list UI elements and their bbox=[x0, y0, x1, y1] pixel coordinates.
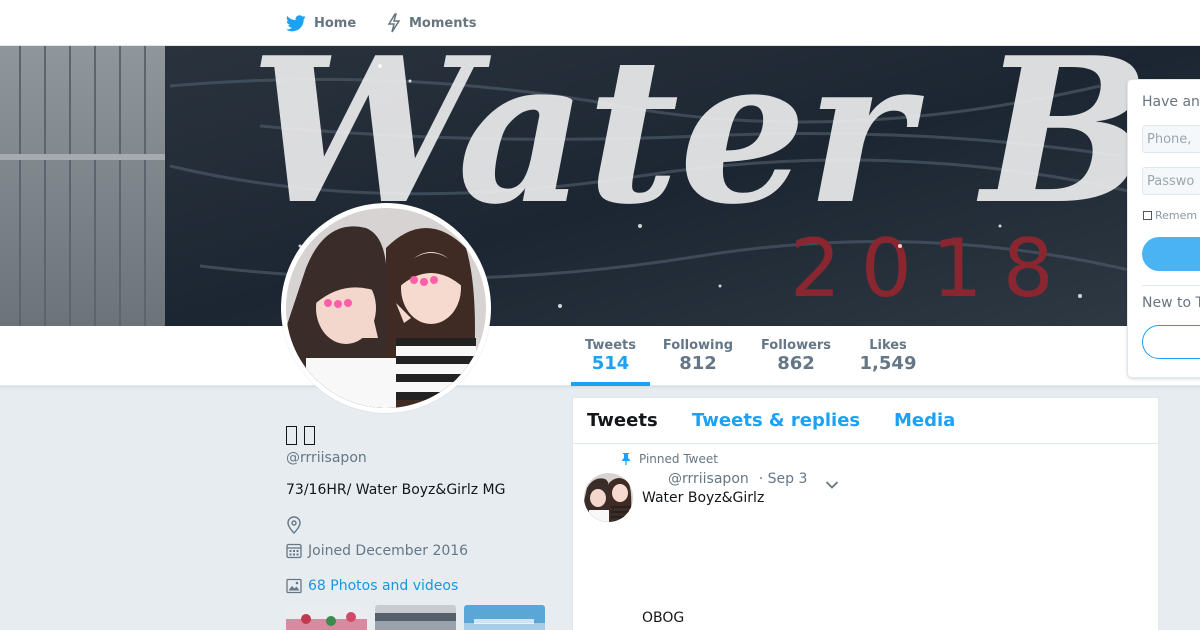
stat-followers-value: 862 bbox=[777, 353, 815, 374]
tweet-text-line2: OBOG bbox=[642, 610, 685, 626]
stat-followers[interactable]: Followers 862 bbox=[756, 326, 836, 386]
signup-button[interactable] bbox=[1142, 325, 1200, 359]
location-pin-icon bbox=[287, 516, 301, 534]
stat-likes[interactable]: Likes 1,549 bbox=[852, 326, 924, 386]
tweet-handle[interactable]: @rrriisapon bbox=[668, 471, 749, 487]
photos-videos-link[interactable]: 68 Photos and videos bbox=[286, 578, 458, 594]
login-card: Have an Phone, Passwo Remem New to T bbox=[1127, 79, 1200, 378]
stat-tweets[interactable]: Tweets 514 bbox=[571, 326, 650, 386]
pinned-tweet-label: Pinned Tweet bbox=[621, 452, 718, 466]
image-icon bbox=[286, 578, 302, 594]
twitter-bird-icon bbox=[286, 14, 306, 31]
tweet-text-line1: Water Boyz&Girlz bbox=[642, 490, 765, 506]
profile-joined: Joined December 2016 bbox=[286, 542, 468, 559]
phone-input[interactable]: Phone, bbox=[1142, 125, 1200, 153]
profile-banner: Water B 2018 bbox=[0, 46, 1200, 326]
nav-moments[interactable]: Moments bbox=[387, 0, 476, 46]
tab-media[interactable]: Media bbox=[894, 410, 955, 431]
new-to-twitter-heading: New to T bbox=[1142, 295, 1200, 311]
profile-handle[interactable]: @rrriisapon bbox=[286, 450, 367, 466]
stat-following-value: 812 bbox=[679, 353, 717, 374]
stat-following[interactable]: Following 812 bbox=[660, 326, 736, 386]
stat-tweets-label: Tweets bbox=[584, 338, 637, 353]
chevron-down-icon bbox=[825, 481, 839, 489]
stat-likes-label: Likes bbox=[869, 338, 907, 353]
calendar-icon bbox=[286, 543, 302, 559]
photo-thumbnails bbox=[286, 605, 545, 630]
profile-location bbox=[286, 516, 302, 538]
photo-thumbnail[interactable] bbox=[286, 605, 367, 630]
timeline-tabs: Tweets Tweets & replies Media bbox=[573, 398, 1158, 444]
timeline: Tweets Tweets & replies Media Pinned Twe… bbox=[572, 397, 1159, 630]
stat-following-label: Following bbox=[662, 338, 734, 353]
joined-text: Joined December 2016 bbox=[308, 542, 469, 559]
nav-moments-label: Moments bbox=[409, 15, 477, 31]
name-glyph-box bbox=[304, 426, 315, 445]
nav-home-label: Home bbox=[314, 15, 357, 31]
remember-label: Remem bbox=[1155, 209, 1198, 222]
profile-nav: Tweets 514 Following 812 Followers 862 L… bbox=[0, 326, 1200, 386]
remember-me[interactable]: Remem bbox=[1143, 209, 1197, 222]
remember-checkbox[interactable] bbox=[1143, 211, 1152, 220]
profile-avatar[interactable] bbox=[281, 203, 491, 413]
banner-image: Water B 2018 bbox=[0, 46, 1200, 326]
tweet-date[interactable]: · Sep 3 bbox=[759, 471, 808, 487]
photo-thumbnail[interactable] bbox=[375, 605, 456, 630]
tweet-header: @rrriisapon · Sep 3 bbox=[642, 471, 807, 487]
banner-year: 2018 bbox=[790, 222, 1074, 315]
tab-tweets-replies[interactable]: Tweets & replies bbox=[692, 410, 860, 431]
stat-likes-value: 1,549 bbox=[859, 353, 917, 374]
top-nav: Home Moments bbox=[0, 0, 1200, 46]
profile-bio: 73/16HR/ Water Boyz&Girlz MG bbox=[286, 482, 506, 498]
tab-tweets[interactable]: Tweets bbox=[587, 410, 658, 431]
nav-home[interactable]: Home bbox=[286, 0, 356, 46]
lightning-icon bbox=[387, 13, 401, 33]
stat-followers-label: Followers bbox=[760, 338, 832, 353]
avatar-photo bbox=[286, 208, 486, 408]
login-heading: Have an bbox=[1142, 94, 1200, 110]
photos-videos-label: 68 Photos and videos bbox=[308, 578, 459, 594]
login-button[interactable] bbox=[1142, 237, 1200, 271]
name-glyph-box bbox=[286, 426, 297, 445]
login-divider bbox=[1142, 285, 1200, 286]
password-input[interactable]: Passwo bbox=[1142, 167, 1200, 195]
photo-thumbnail[interactable] bbox=[464, 605, 545, 630]
stat-tweets-value: 514 bbox=[591, 353, 630, 374]
tweet-menu-button[interactable] bbox=[825, 475, 839, 494]
pinned-tweet-text: Pinned Tweet bbox=[639, 452, 718, 466]
profile-name bbox=[286, 424, 322, 448]
tweet-avatar[interactable] bbox=[584, 473, 633, 522]
pin-icon bbox=[622, 453, 630, 465]
